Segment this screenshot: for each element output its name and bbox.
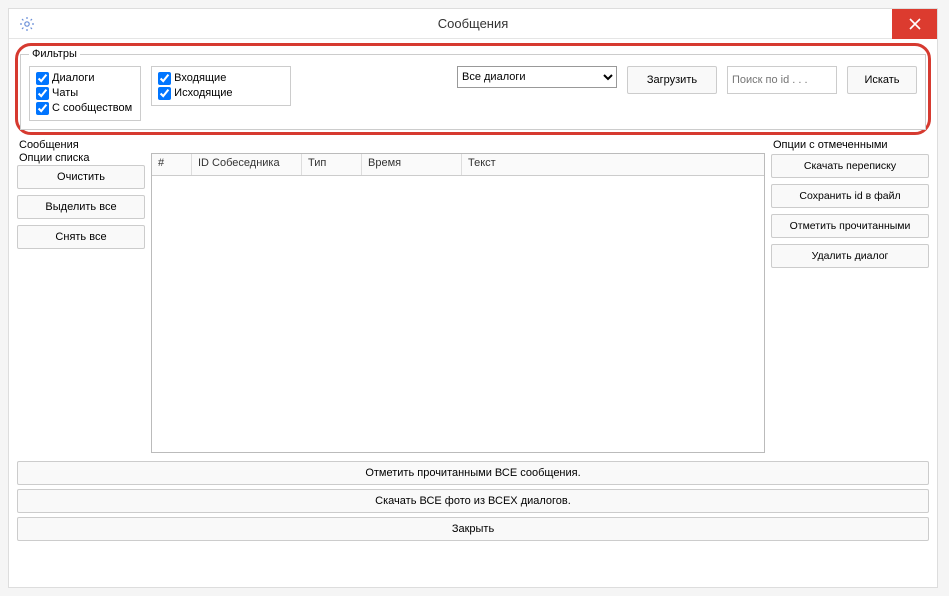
- select-all-button[interactable]: Выделить все: [17, 195, 145, 219]
- messages-label: Сообщения: [19, 139, 145, 151]
- window-title: Сообщения: [438, 16, 509, 31]
- dialog-scope-select[interactable]: Все диалоги: [457, 66, 617, 88]
- deselect-all-button[interactable]: Снять все: [17, 225, 145, 249]
- table-area: # ID Собеседника Тип Время Текст: [151, 139, 765, 453]
- table-header: # ID Собеседника Тип Время Текст: [152, 154, 764, 176]
- filter-type-group: Диалоги Чаты С сообществом: [29, 66, 141, 121]
- search-button[interactable]: Искать: [847, 66, 917, 94]
- close-icon: [909, 18, 921, 30]
- titlebar: Сообщения: [9, 9, 937, 39]
- filters-legend: Фильтры: [29, 48, 80, 60]
- download-chat-button[interactable]: Скачать переписку: [771, 154, 929, 178]
- checkbox-incoming[interactable]: Входящие: [158, 71, 282, 86]
- checkbox-chats[interactable]: Чаты: [36, 86, 132, 101]
- mark-read-button[interactable]: Отметить прочитанными: [771, 214, 929, 238]
- filter-direction-group: Входящие Исходящие: [151, 66, 291, 106]
- list-options-label: Опции списка: [19, 152, 145, 164]
- clear-button[interactable]: Очистить: [17, 165, 145, 189]
- messages-table[interactable]: # ID Собеседника Тип Время Текст: [151, 153, 765, 453]
- col-time[interactable]: Время: [362, 154, 462, 175]
- marked-options-label: Опции с отмеченными: [773, 139, 929, 151]
- checkbox-outgoing[interactable]: Исходящие: [158, 86, 282, 101]
- col-text[interactable]: Текст: [462, 154, 764, 175]
- load-button[interactable]: Загрузить: [627, 66, 717, 94]
- delete-dialog-button[interactable]: Удалить диалог: [771, 244, 929, 268]
- col-id[interactable]: ID Собеседника: [192, 154, 302, 175]
- save-id-button[interactable]: Сохранить id в файл: [771, 184, 929, 208]
- download-all-photos-button[interactable]: Скачать ВСЕ фото из ВСЕХ диалогов.: [17, 489, 929, 513]
- list-options-panel: Сообщения Опции списка Очистить Выделить…: [17, 139, 145, 453]
- search-id-input[interactable]: [727, 66, 837, 94]
- mark-all-read-button[interactable]: Отметить прочитанными ВСЕ сообщения.: [17, 461, 929, 485]
- checkbox-dialogs[interactable]: Диалоги: [36, 71, 132, 86]
- col-num[interactable]: #: [152, 154, 192, 175]
- app-window: Сообщения Фильтры Диалоги Чаты С сообщес…: [8, 8, 938, 588]
- close-dialog-button[interactable]: Закрыть: [17, 517, 929, 541]
- marked-options-panel: Опции с отмеченными Скачать переписку Со…: [771, 139, 929, 453]
- close-window-button[interactable]: [892, 9, 937, 39]
- filters-fieldset: Фильтры Диалоги Чаты С сообществом Входя…: [20, 48, 926, 130]
- col-type[interactable]: Тип: [302, 154, 362, 175]
- app-icon: [19, 16, 35, 32]
- filters-highlight: Фильтры Диалоги Чаты С сообществом Входя…: [15, 43, 931, 135]
- bottom-actions: Отметить прочитанными ВСЕ сообщения. Ска…: [15, 461, 931, 541]
- checkbox-community[interactable]: С сообществом: [36, 101, 132, 116]
